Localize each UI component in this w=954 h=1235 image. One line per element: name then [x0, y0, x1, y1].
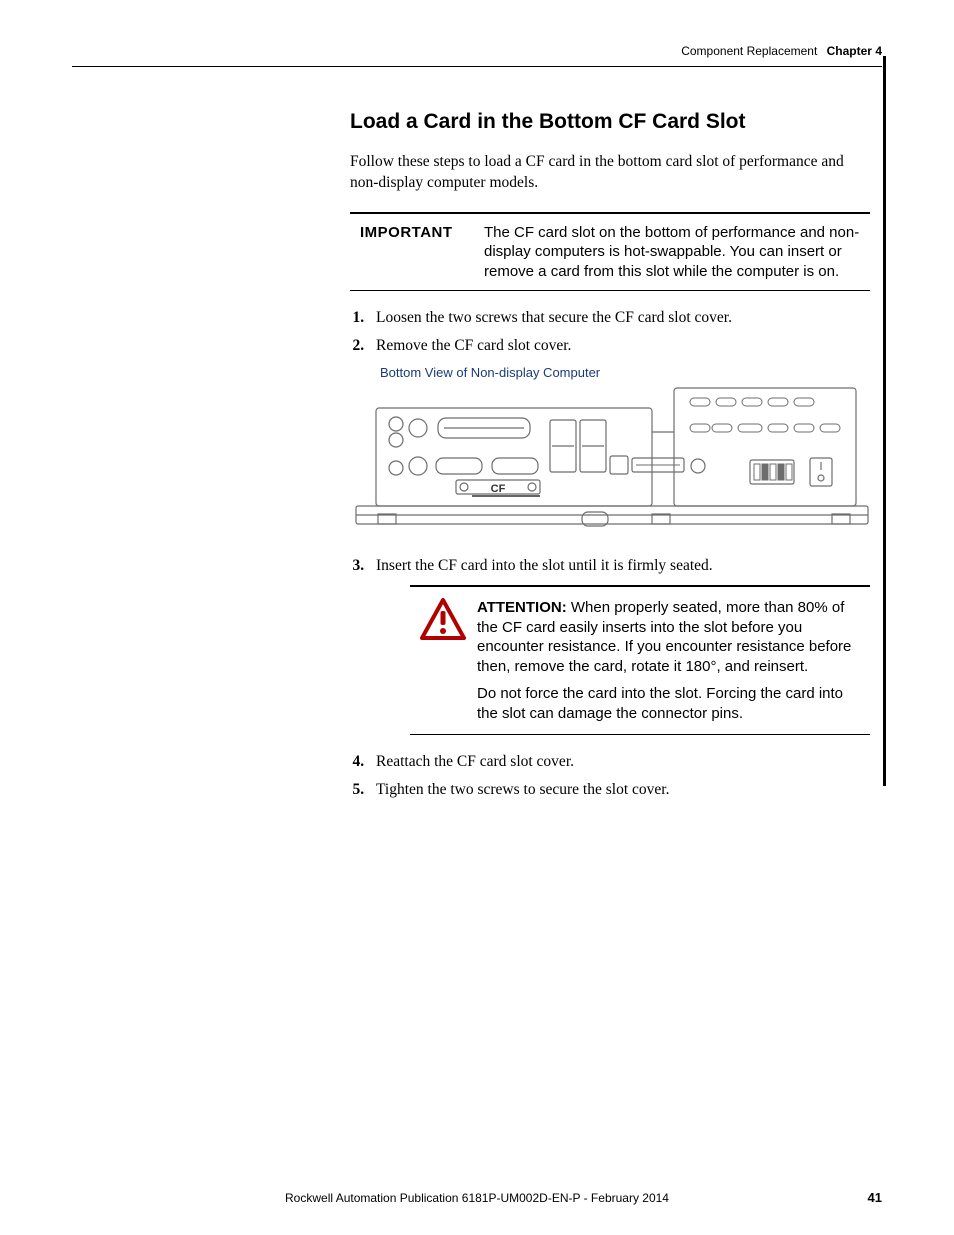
step-list-cont2: Reattach the CF card slot cover. Tighten…: [368, 753, 870, 799]
header-chapter: Chapter 4: [827, 44, 882, 58]
right-side-rule: [883, 56, 886, 786]
step-5: Tighten the two screws to secure the slo…: [368, 781, 870, 799]
page-number: 41: [868, 1190, 882, 1205]
step-3: Insert the CF card into the slot until i…: [368, 557, 870, 575]
step-1: Loosen the two screws that secure the CF…: [368, 309, 870, 327]
important-callout: IMPORTANT The CF card slot on the bottom…: [350, 212, 870, 292]
footer-publication: Rockwell Automation Publication 6181P-UM…: [0, 1191, 954, 1205]
figure-bottom-view: CF: [352, 384, 870, 539]
step-list: Loosen the two screws that secure the CF…: [368, 309, 870, 355]
step-4: Reattach the CF card slot cover.: [368, 753, 870, 771]
figure-caption: Bottom View of Non-display Computer: [380, 365, 870, 380]
attention-callout: ATTENTION: When properly seated, more th…: [410, 585, 870, 735]
warning-triangle-icon: [420, 598, 466, 645]
step-list-cont: Insert the CF card into the slot until i…: [368, 557, 870, 575]
attention-label: ATTENTION:: [477, 599, 567, 616]
step-2: Remove the CF card slot cover.: [368, 337, 870, 355]
important-label: IMPORTANT: [350, 222, 483, 283]
figure-cf-label: CF: [491, 483, 506, 495]
section-heading: Load a Card in the Bottom CF Card Slot: [350, 110, 870, 134]
main-column: Load a Card in the Bottom CF Card Slot F…: [350, 110, 870, 809]
attention-para2: Do not force the card into the slot. For…: [477, 684, 865, 723]
header-section: Component Replacement: [681, 44, 817, 58]
intro-paragraph: Follow these steps to load a CF card in …: [350, 152, 870, 194]
attention-para1: ATTENTION: When properly seated, more th…: [477, 598, 865, 676]
running-header: Component Replacement Chapter 4: [72, 44, 882, 67]
important-text: The CF card slot on the bottom of perfor…: [483, 222, 870, 283]
figure-svg: CF: [352, 384, 872, 534]
